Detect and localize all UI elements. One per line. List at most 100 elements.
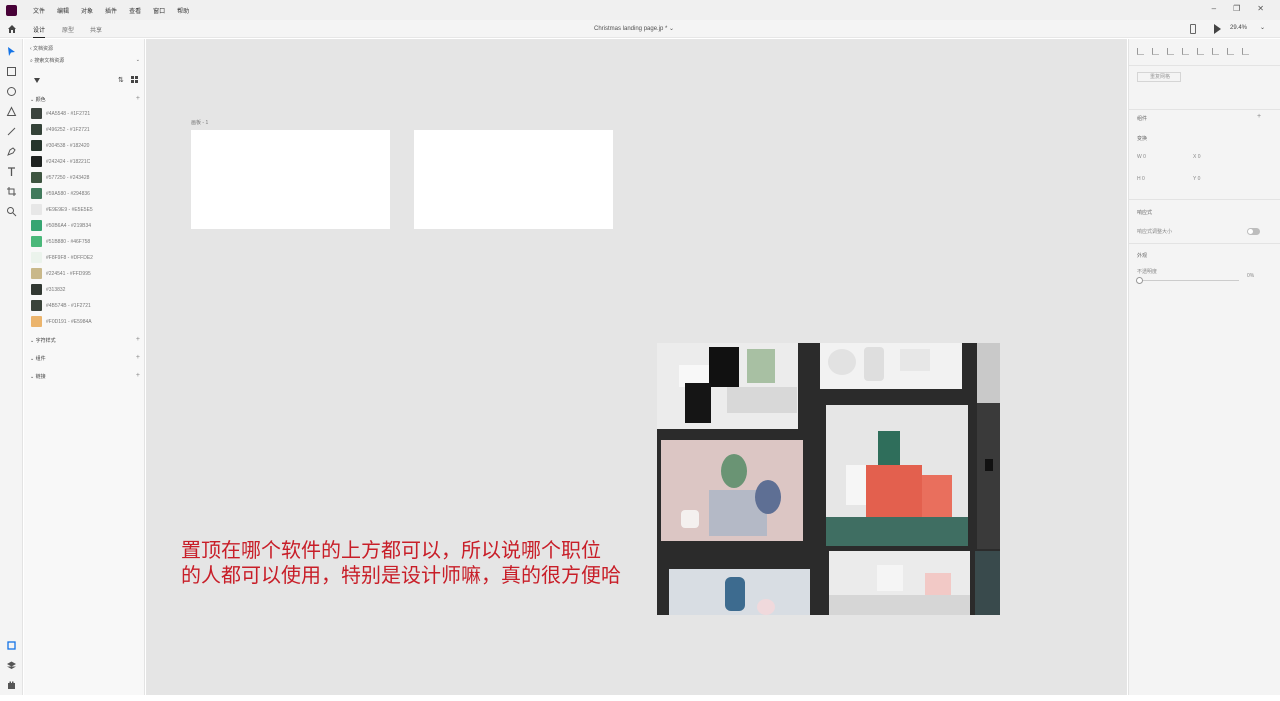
width-field[interactable]: W 0	[1137, 154, 1146, 160]
color-swatch-row[interactable]: #224541 - #FFD995	[31, 268, 91, 279]
responsive-resize-toggle[interactable]	[1247, 228, 1260, 235]
color-swatch-row[interactable]: #51B880 - #46F758	[31, 236, 90, 247]
add-link-icon[interactable]: +	[136, 372, 140, 379]
text-tool-icon[interactable]	[6, 166, 17, 177]
menu-object[interactable]: 对象	[81, 6, 93, 15]
plugins-panel-icon[interactable]	[6, 680, 17, 691]
zoom-level[interactable]: 29.4%	[1230, 25, 1247, 31]
align-middle-icon[interactable]	[1197, 48, 1204, 55]
color-swatch[interactable]	[31, 252, 42, 263]
rectangle-tool-icon[interactable]	[6, 66, 17, 77]
color-swatch[interactable]	[31, 172, 42, 183]
layers-panel-icon[interactable]	[6, 660, 17, 671]
assets-search-input[interactable]: ⌕ 搜索文档资源 ⌄	[30, 57, 140, 68]
align-top-icon[interactable]	[1182, 48, 1189, 55]
menu-items: 文件 编辑 对象 插件 查看 窗口 帮助	[33, 6, 201, 15]
components-section-header[interactable]: ⌄ 组件 +	[30, 354, 140, 362]
menu-edit[interactable]: 编辑	[57, 6, 69, 15]
assets-search-placeholder: ⌕ 搜索文档资源	[30, 58, 65, 64]
polygon-tool-icon[interactable]	[6, 106, 17, 117]
zoom-tool-icon[interactable]	[6, 206, 17, 217]
add-color-icon[interactable]: +	[136, 95, 140, 102]
zoom-caret-icon[interactable]: ⌄	[1260, 24, 1265, 31]
align-left-icon[interactable]	[1137, 48, 1144, 55]
assets-back-link[interactable]: ‹ 文档资源	[30, 45, 53, 52]
artboard-1[interactable]	[191, 130, 390, 229]
menu-view[interactable]: 查看	[129, 6, 141, 15]
colors-section-header[interactable]: ⌄ 颜色 +	[30, 95, 140, 103]
home-icon[interactable]	[7, 24, 17, 34]
distribute-h-icon[interactable]	[1227, 48, 1234, 55]
add-component-icon[interactable]: +	[136, 354, 140, 361]
color-swatch-row[interactable]: #577250 - #243428	[31, 172, 89, 183]
color-swatch-row[interactable]: #313832	[31, 284, 65, 295]
artboard-2[interactable]	[414, 130, 613, 229]
design-canvas[interactable]: 画板 - 1 置顶在哪个软件的上方都可以，所以说哪个职位 的人都可以使用，特别是…	[146, 39, 1127, 695]
color-swatch-row[interactable]: #50B6A4 - #219B34	[31, 220, 91, 231]
color-swatch-row[interactable]: #4A5548 - #1F2721	[31, 108, 90, 119]
color-swatch[interactable]	[31, 316, 42, 327]
add-component-button[interactable]: +	[1257, 113, 1261, 120]
color-swatch-row[interactable]: #304538 - #182420	[31, 140, 89, 151]
menu-window[interactable]: 窗口	[153, 6, 165, 15]
search-caret-icon[interactable]: ⌄	[136, 57, 140, 63]
color-swatch-row[interactable]: #59A580 - #294836	[31, 188, 90, 199]
opacity-slider-knob[interactable]	[1136, 277, 1143, 284]
color-swatch[interactable]	[31, 300, 42, 311]
links-section-header[interactable]: ⌄ 链接 +	[30, 372, 140, 380]
color-swatch-row[interactable]: #496252 - #1F2721	[31, 124, 90, 135]
color-swatch[interactable]	[31, 284, 42, 295]
ellipse-tool-icon[interactable]	[6, 86, 17, 97]
tab-prototype[interactable]: 原型	[62, 25, 74, 34]
opacity-value[interactable]: 0%	[1247, 273, 1254, 279]
align-center-icon[interactable]	[1152, 48, 1159, 55]
assets-panel-icon[interactable]	[6, 640, 17, 651]
align-right-icon[interactable]	[1167, 48, 1174, 55]
color-swatch[interactable]	[31, 204, 42, 215]
menu-help[interactable]: 帮助	[177, 6, 189, 15]
select-tool-icon[interactable]	[6, 46, 17, 57]
align-bottom-icon[interactable]	[1212, 48, 1219, 55]
artboard-tool-icon[interactable]	[6, 186, 17, 197]
close-button[interactable]: ✕	[1257, 4, 1264, 13]
product-photo-collage[interactable]	[657, 343, 1000, 615]
add-char-style-icon[interactable]: +	[136, 336, 140, 343]
pen-tool-icon[interactable]	[6, 146, 17, 157]
filter-icon[interactable]	[34, 78, 40, 83]
tab-design[interactable]: 设计	[33, 25, 46, 38]
device-preview-icon[interactable]	[1190, 24, 1196, 34]
play-icon[interactable]	[1214, 24, 1221, 34]
document-title[interactable]: Christmas landing page.jp * ⌄	[594, 25, 674, 32]
char-styles-section-header[interactable]: ⌄ 字符样式 +	[30, 336, 140, 344]
minimize-button[interactable]: –	[1212, 4, 1216, 13]
distribute-v-icon[interactable]	[1242, 48, 1249, 55]
color-swatch[interactable]	[31, 268, 42, 279]
color-swatch[interactable]	[31, 108, 42, 119]
color-swatch[interactable]	[31, 236, 42, 247]
artboard-label[interactable]: 画板 - 1	[191, 119, 208, 126]
color-swatch-row[interactable]: #E9E9E9 - #E5E5E5	[31, 204, 93, 215]
color-swatch-row[interactable]: #F0D191 - #E5984A	[31, 316, 92, 327]
color-swatch[interactable]	[31, 220, 42, 231]
color-swatch[interactable]	[31, 188, 42, 199]
tab-share[interactable]: 共享	[90, 25, 102, 34]
line-tool-icon[interactable]	[6, 126, 17, 137]
menu-plugins[interactable]: 插件	[105, 6, 117, 15]
color-swatch-row[interactable]: #F8F9F8 - #DFFDE2	[31, 252, 93, 263]
color-swatch[interactable]	[31, 124, 42, 135]
height-field[interactable]: H 0	[1137, 176, 1145, 182]
repeat-grid-button[interactable]: 重复网格	[1137, 72, 1181, 82]
color-swatch[interactable]	[31, 140, 42, 151]
opacity-slider-track[interactable]	[1139, 280, 1239, 281]
menu-file[interactable]: 文件	[33, 6, 45, 15]
color-swatch[interactable]	[31, 156, 42, 167]
subtitle-line-1: 置顶在哪个软件的上方都可以，所以说哪个职位	[181, 538, 601, 562]
color-swatch-row[interactable]: #242424 - #18221C	[31, 156, 90, 167]
x-field[interactable]: X 0	[1193, 154, 1201, 160]
grid-view-icon[interactable]	[131, 76, 138, 83]
restore-button[interactable]: ❐	[1233, 4, 1240, 13]
color-swatch-row[interactable]: #4B574B - #1F2721	[31, 300, 91, 311]
responsive-resize-label: 响应式调整大小	[1137, 229, 1173, 235]
y-field[interactable]: Y 0	[1193, 176, 1200, 182]
sort-icon[interactable]: ⇅	[118, 76, 124, 84]
